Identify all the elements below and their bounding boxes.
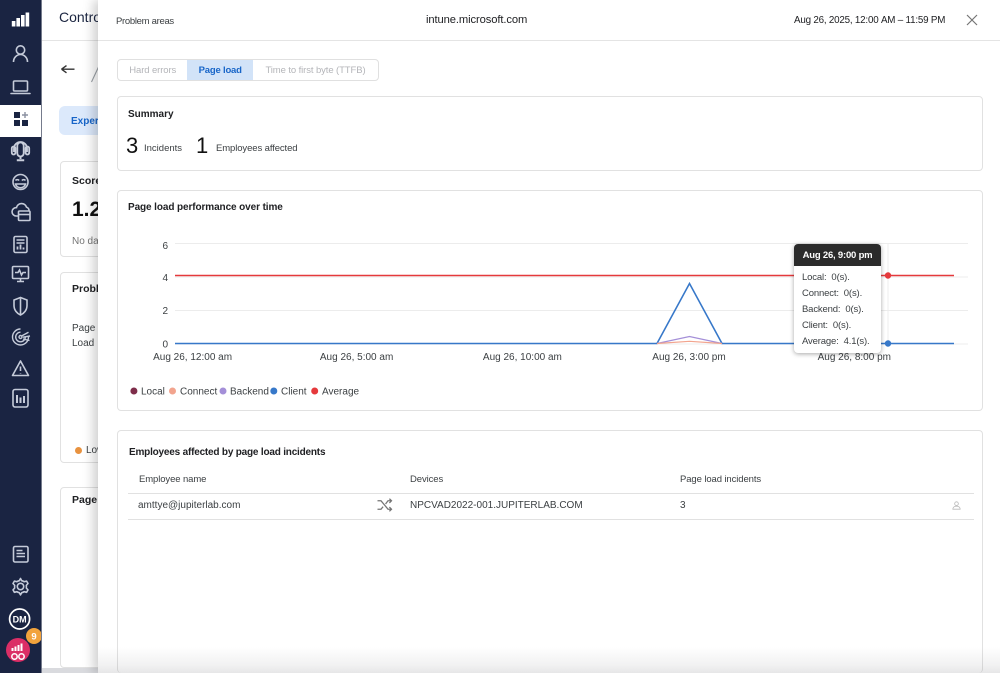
svg-text:Aug 26, 3:00 pm: Aug 26, 3:00 pm (652, 352, 725, 363)
svg-text:Client: Client (281, 387, 307, 398)
svg-text:2: 2 (162, 306, 168, 317)
svg-text:Connect: Connect (180, 387, 217, 398)
svg-text:6: 6 (162, 241, 168, 252)
svg-text:DM: DM (13, 615, 27, 625)
svg-text:Aug 26, 12:00 am: Aug 26, 12:00 am (153, 352, 232, 363)
svg-text:4: 4 (162, 273, 168, 284)
svg-text:0: 0 (162, 340, 168, 351)
svg-text:Average: Average (322, 387, 360, 398)
svg-text:Aug 26, 10:00 am: Aug 26, 10:00 am (483, 352, 562, 363)
svg-text:Aug 26, 8:00 pm: Aug 26, 8:00 pm (818, 352, 891, 363)
svg-text:Local: Local (141, 387, 165, 398)
svg-text:Aug 26, 5:00 am: Aug 26, 5:00 am (320, 352, 393, 363)
svg-text:9: 9 (31, 632, 36, 643)
svg-text:Backend: Backend (230, 387, 269, 398)
